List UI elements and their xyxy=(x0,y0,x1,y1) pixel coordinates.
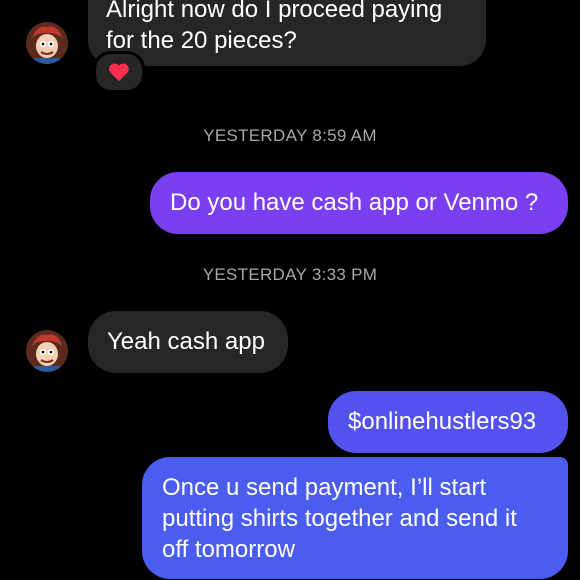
message-text-line: Alright now do I proceed paying xyxy=(106,0,443,23)
incoming-message-bubble[interactable]: Yeah cash app xyxy=(88,311,288,373)
cartoon-avatar-icon xyxy=(26,330,68,372)
contact-avatar[interactable] xyxy=(26,330,68,372)
message-text: Yeah cash app xyxy=(107,328,265,355)
message-timestamp: YESTERDAY 8:59 AM xyxy=(203,126,377,145)
message-text-line: for the 20 pieces? xyxy=(106,27,297,54)
message-text: Do you have cash app or Venmo ? xyxy=(170,189,539,216)
incoming-message-bubble[interactable]: Alright now do I proceed paying for the … xyxy=(88,0,486,66)
outgoing-message-bubble[interactable]: Do you have cash app or Venmo ? xyxy=(150,172,568,234)
outgoing-message-bubble[interactable]: Once u send payment, I’ll start putting … xyxy=(142,457,568,579)
message-text: $onlinehustlers93 xyxy=(348,408,537,435)
cartoon-avatar-icon xyxy=(26,22,68,64)
message-text-line: off tomorrow xyxy=(162,536,295,563)
reaction-badge[interactable] xyxy=(93,51,145,93)
heart-icon xyxy=(109,63,129,82)
message-timestamp: YESTERDAY 3:33 PM xyxy=(202,265,378,284)
message-text-line: Once u send payment, I’ll start xyxy=(162,474,487,501)
message-text-line: putting shirts together and send it xyxy=(162,505,517,532)
contact-avatar[interactable] xyxy=(26,22,68,64)
outgoing-message-bubble[interactable]: $onlinehustlers93 xyxy=(328,391,568,453)
